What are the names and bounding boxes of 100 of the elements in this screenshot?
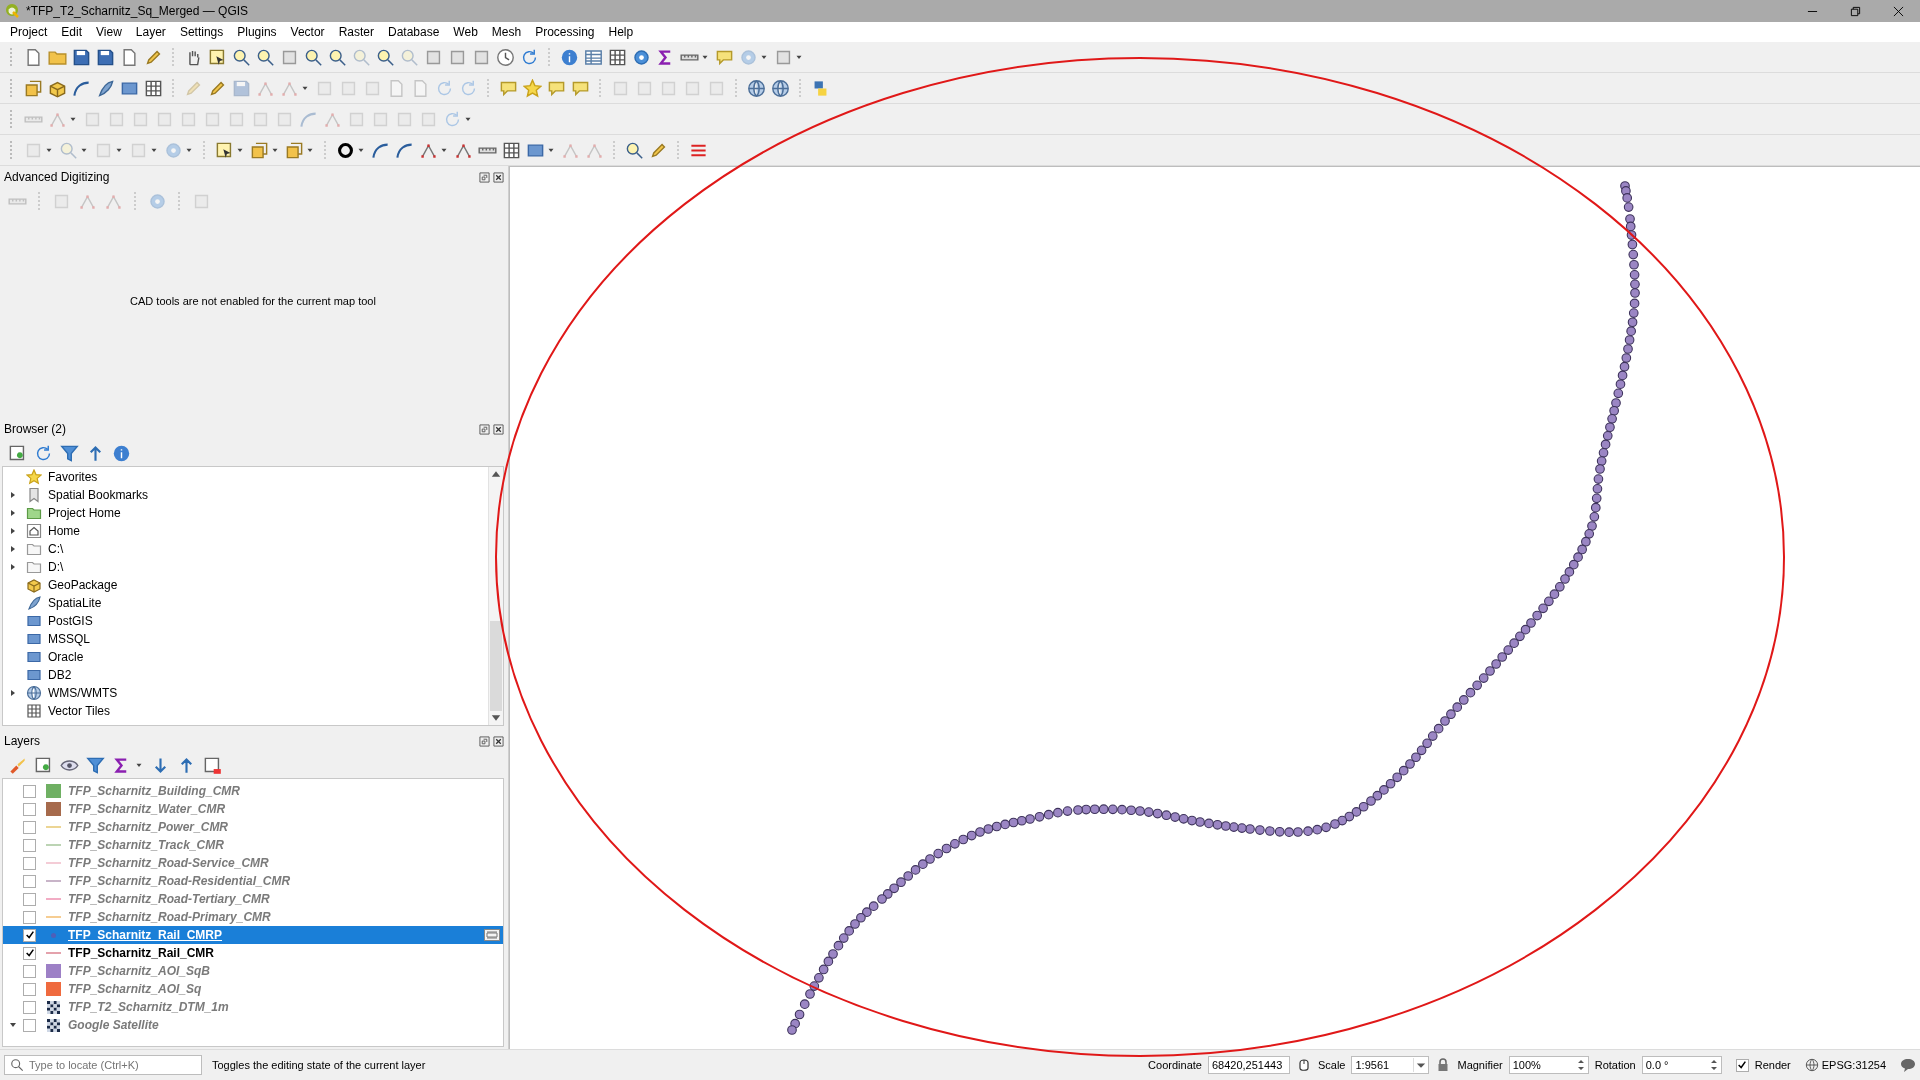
- layer-row[interactable]: TFP_Scharnitz_Rail_CMRP: [3, 926, 503, 944]
- curve-icon[interactable]: [72, 78, 91, 98]
- layer-checkbox[interactable]: [23, 964, 36, 978]
- layer-row[interactable]: TFP_Scharnitz_Building_CMR: [3, 782, 503, 800]
- funnel-icon[interactable]: [60, 443, 79, 463]
- layers-icon[interactable]: [24, 78, 43, 98]
- selection-icon[interactable]: [208, 47, 227, 67]
- magnifier-icon[interactable]: [256, 47, 275, 67]
- menu-item[interactable]: Vector: [283, 23, 332, 41]
- layer-row[interactable]: TFP_Scharnitz_Road-Residential_CMR: [3, 872, 503, 890]
- refresh-icon[interactable]: [520, 47, 539, 67]
- expand-arrow-icon[interactable]: [9, 545, 17, 553]
- rotation-spinbox[interactable]: 0.0 °: [1641, 1056, 1722, 1074]
- ring-icon[interactable]: [336, 140, 355, 160]
- layer-checkbox[interactable]: [23, 784, 36, 798]
- layer-checkbox[interactable]: [23, 838, 36, 852]
- menu-item[interactable]: Database: [380, 23, 447, 41]
- browser-item[interactable]: Home: [48, 524, 80, 538]
- square-icon[interactable]: [34, 755, 53, 775]
- browser-item[interactable]: MSSQL: [48, 632, 90, 646]
- magnifier-icon[interactable]: [232, 47, 251, 67]
- refresh-icon[interactable]: [34, 443, 53, 463]
- curve-icon[interactable]: [371, 140, 390, 160]
- layer-checkbox[interactable]: [23, 946, 36, 960]
- magnifier-spinbox[interactable]: 100%: [1508, 1056, 1589, 1074]
- clock-icon[interactable]: [496, 47, 515, 67]
- browser-item[interactable]: DB2: [48, 668, 72, 682]
- magnifier-icon[interactable]: [625, 140, 644, 160]
- expand-arrow-icon[interactable]: [9, 689, 17, 697]
- menu-item[interactable]: Mesh: [484, 23, 529, 41]
- layer-row[interactable]: TFP_Scharnitz_AOI_SqB: [3, 962, 503, 980]
- menu-item[interactable]: Settings: [172, 23, 231, 41]
- table-icon[interactable]: [584, 47, 603, 67]
- curve-icon[interactable]: [395, 140, 414, 160]
- browser-item[interactable]: GeoPackage: [48, 578, 118, 592]
- close-icon[interactable]: [493, 171, 504, 183]
- layer-checkbox[interactable]: [23, 928, 36, 942]
- restore-icon[interactable]: [1850, 5, 1861, 17]
- browser-item[interactable]: C:\: [48, 542, 64, 556]
- square-icon[interactable]: [8, 443, 27, 463]
- expand-arrow-icon[interactable]: [9, 509, 17, 517]
- expand-arrow-icon[interactable]: [9, 491, 17, 499]
- scale-combobox[interactable]: 1:9561: [1351, 1056, 1430, 1074]
- funnel-icon[interactable]: [86, 755, 105, 775]
- square-icon[interactable]: [203, 755, 222, 775]
- collapse-arrow-icon[interactable]: [9, 1021, 17, 1029]
- menu-item[interactable]: Raster: [331, 23, 381, 41]
- browser-item[interactable]: Oracle: [48, 650, 84, 664]
- layer-checkbox[interactable]: [23, 910, 36, 924]
- star-icon[interactable]: [523, 78, 542, 98]
- page-icon[interactable]: [24, 47, 43, 67]
- menu-item[interactable]: Edit: [54, 23, 90, 41]
- layers-icon[interactable]: [285, 140, 304, 160]
- close-icon[interactable]: [493, 423, 504, 435]
- grid-icon[interactable]: [144, 78, 163, 98]
- magnifier-icon[interactable]: [328, 47, 347, 67]
- layer-row[interactable]: TFP_Scharnitz_Rail_CMR: [3, 944, 503, 962]
- brush-icon[interactable]: [8, 755, 27, 775]
- grid-icon[interactable]: [502, 140, 521, 160]
- locator-field[interactable]: Type to locate (Ctrl+K): [4, 1055, 202, 1075]
- grid-icon[interactable]: [608, 47, 627, 67]
- browser-item[interactable]: SpatiaLite: [48, 596, 102, 610]
- layer-checkbox[interactable]: [23, 892, 36, 906]
- globe-icon[interactable]: [747, 78, 766, 98]
- message-bubble-icon[interactable]: [1900, 1057, 1916, 1073]
- layer-row[interactable]: TFP_Scharnitz_Water_CMR: [3, 800, 503, 818]
- crs-button[interactable]: EPSG:31254: [1804, 1058, 1886, 1072]
- layer-checkbox[interactable]: [23, 982, 36, 996]
- info-icon[interactable]: [112, 443, 131, 463]
- layer-checkbox[interactable]: [23, 856, 36, 870]
- layer-row[interactable]: TFP_Scharnitz_Road-Primary_CMR: [3, 908, 503, 926]
- menu-item[interactable]: Layer: [128, 23, 173, 41]
- browser-item[interactable]: Favorites: [48, 470, 98, 484]
- expand-arrow-icon[interactable]: [9, 527, 17, 535]
- browser-item[interactable]: Vector Tiles: [48, 704, 111, 718]
- menu-item[interactable]: Project: [3, 23, 55, 41]
- layer-row[interactable]: Google Satellite: [3, 1016, 503, 1034]
- float-icon[interactable]: [479, 423, 490, 435]
- menu-item[interactable]: Help: [601, 23, 641, 41]
- browser-item[interactable]: D:\: [48, 560, 64, 574]
- magnifier-icon[interactable]: [376, 47, 395, 67]
- browser-item[interactable]: PostGIS: [48, 614, 93, 628]
- layer-checkbox[interactable]: [23, 874, 36, 888]
- layer-checkbox[interactable]: [23, 1018, 36, 1032]
- scrollbar[interactable]: [488, 467, 503, 725]
- layer-row[interactable]: TFP_Scharnitz_Track_CMR: [3, 836, 503, 854]
- info-icon[interactable]: [560, 47, 579, 67]
- layer-row[interactable]: TFP_T2_Scharnitz_DTM_1m: [3, 998, 503, 1016]
- close-icon[interactable]: [1893, 5, 1904, 17]
- page-icon[interactable]: [120, 47, 139, 67]
- menu-item[interactable]: Web: [446, 23, 485, 41]
- layers-icon[interactable]: [250, 140, 269, 160]
- layer-row[interactable]: TFP_Scharnitz_AOI_Sq: [3, 980, 503, 998]
- render-checkbox[interactable]: [1735, 1058, 1749, 1072]
- gear-icon[interactable]: [632, 47, 651, 67]
- layer-checkbox[interactable]: [23, 1000, 36, 1014]
- layer-checkbox[interactable]: [23, 820, 36, 834]
- selection-icon[interactable]: [215, 140, 234, 160]
- expand-arrow-icon[interactable]: [9, 563, 17, 571]
- globe-icon[interactable]: [771, 78, 790, 98]
